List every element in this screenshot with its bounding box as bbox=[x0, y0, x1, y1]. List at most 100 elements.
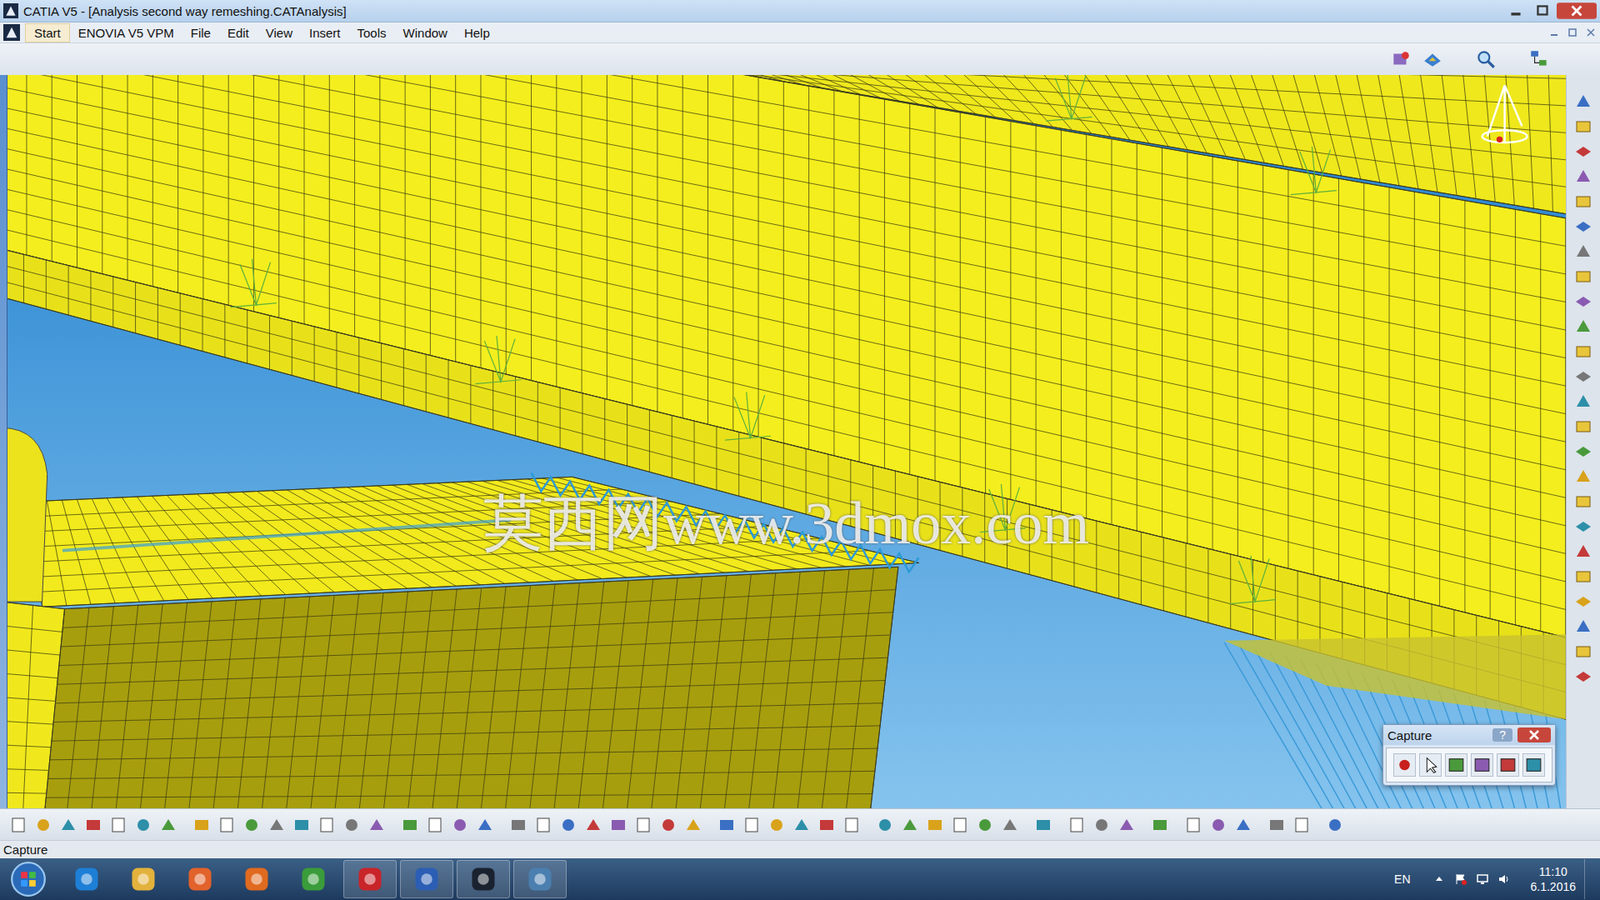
tool-icon[interactable] bbox=[683, 815, 704, 835]
tool-icon[interactable] bbox=[1573, 366, 1594, 387]
analysis-icon[interactable] bbox=[1390, 48, 1412, 70]
doc-close-icon[interactable] bbox=[1585, 26, 1597, 39]
tool-icon[interactable] bbox=[1573, 466, 1594, 487]
tool-icon[interactable] bbox=[1573, 566, 1594, 587]
tool-icon[interactable] bbox=[1573, 116, 1594, 137]
help-button[interactable]: ? bbox=[1492, 728, 1513, 742]
tool-icon[interactable] bbox=[975, 815, 995, 835]
tool-icon[interactable] bbox=[533, 815, 554, 835]
taskbar-app[interactable] bbox=[116, 860, 170, 899]
tool-icon[interactable] bbox=[400, 815, 420, 835]
compass-icon[interactable] bbox=[1421, 48, 1444, 70]
tool-icon[interactable] bbox=[191, 815, 212, 835]
plate-side-face[interactable] bbox=[7, 601, 65, 809]
taskbar-app[interactable] bbox=[60, 860, 114, 899]
tool-icon[interactable] bbox=[1573, 616, 1594, 637]
tool-icon[interactable] bbox=[341, 815, 362, 835]
taskbar-app[interactable] bbox=[400, 860, 454, 899]
tool-icon[interactable] bbox=[241, 815, 262, 835]
capture-tool-icon[interactable] bbox=[1445, 753, 1468, 777]
tool-icon[interactable] bbox=[1233, 815, 1254, 835]
menu-item[interactable]: Window bbox=[395, 24, 456, 42]
restore-icon[interactable] bbox=[1530, 2, 1555, 20]
tool-icon[interactable] bbox=[1573, 191, 1594, 212]
tool-icon[interactable] bbox=[1573, 491, 1594, 512]
tool-icon[interactable] bbox=[1573, 166, 1594, 187]
capture-tool-icon[interactable] bbox=[1419, 753, 1442, 777]
search-icon[interactable] bbox=[1475, 48, 1497, 70]
tool-icon[interactable] bbox=[1573, 341, 1594, 362]
tool-icon[interactable] bbox=[266, 815, 287, 835]
tool-icon[interactable] bbox=[608, 815, 629, 835]
tool-icon[interactable] bbox=[1325, 815, 1345, 835]
tool-icon[interactable] bbox=[83, 815, 104, 835]
language-indicator[interactable]: EN bbox=[1394, 872, 1410, 886]
tool-icon[interactable] bbox=[1033, 815, 1054, 835]
plate-front-face[interactable] bbox=[42, 566, 899, 809]
tool-icon[interactable] bbox=[1573, 291, 1594, 312]
flag-icon[interactable] bbox=[1454, 872, 1468, 886]
tool-icon[interactable] bbox=[1000, 815, 1020, 835]
tool-icon[interactable] bbox=[1150, 815, 1170, 835]
tool-icon[interactable] bbox=[475, 815, 495, 835]
minimize-icon[interactable] bbox=[1503, 2, 1529, 20]
tool-icon[interactable] bbox=[583, 815, 604, 835]
doc-restore-icon[interactable] bbox=[1566, 26, 1579, 39]
tool-icon[interactable] bbox=[925, 815, 945, 835]
doc-minimize-icon[interactable] bbox=[1548, 26, 1560, 39]
tool-icon[interactable] bbox=[1573, 641, 1594, 662]
3d-viewport[interactable] bbox=[7, 75, 1566, 809]
capture-dialog[interactable]: Capture ? bbox=[1382, 724, 1556, 786]
tool-icon[interactable] bbox=[1573, 391, 1594, 412]
taskbar-app[interactable] bbox=[343, 860, 397, 899]
taskbar-app[interactable] bbox=[286, 860, 340, 899]
menu-item[interactable]: Tools bbox=[349, 24, 395, 42]
tree-icon[interactable] bbox=[1528, 48, 1550, 70]
tool-icon[interactable] bbox=[1573, 141, 1594, 162]
tool-icon[interactable] bbox=[366, 815, 387, 835]
tool-icon[interactable] bbox=[216, 815, 237, 835]
tool-icon[interactable] bbox=[1573, 416, 1594, 437]
tool-icon[interactable] bbox=[1573, 591, 1594, 612]
menu-item[interactable]: File bbox=[182, 24, 220, 42]
tool-icon[interactable] bbox=[1573, 316, 1594, 337]
tool-icon[interactable] bbox=[633, 815, 654, 835]
tool-icon[interactable] bbox=[766, 815, 787, 835]
show-desktop-button[interactable] bbox=[1584, 859, 1597, 900]
tool-icon[interactable] bbox=[1291, 815, 1312, 835]
compass-icon[interactable] bbox=[1482, 85, 1528, 143]
menu-item[interactable]: Insert bbox=[300, 24, 350, 42]
tool-icon[interactable] bbox=[950, 815, 970, 835]
tool-icon[interactable] bbox=[58, 815, 79, 835]
tool-icon[interactable] bbox=[425, 815, 445, 835]
tool-icon[interactable] bbox=[1573, 541, 1594, 562]
tool-icon[interactable] bbox=[1208, 815, 1229, 835]
taskbar-app[interactable] bbox=[173, 860, 227, 899]
tool-icon[interactable] bbox=[508, 815, 529, 835]
tool-icon[interactable] bbox=[1573, 666, 1594, 687]
capture-tool-icon[interactable] bbox=[1470, 753, 1494, 777]
tool-icon[interactable] bbox=[33, 815, 54, 835]
menu-item[interactable]: Help bbox=[455, 24, 499, 42]
tool-icon[interactable] bbox=[133, 815, 154, 835]
tool-icon[interactable] bbox=[1573, 441, 1594, 462]
network-icon[interactable] bbox=[1475, 872, 1490, 886]
start-icon[interactable] bbox=[10, 860, 47, 898]
tool-icon[interactable] bbox=[841, 815, 862, 835]
tool-icon[interactable] bbox=[741, 815, 762, 835]
tool-icon[interactable] bbox=[291, 815, 312, 835]
tool-icon[interactable] bbox=[1573, 516, 1594, 537]
tool-icon[interactable] bbox=[1066, 815, 1087, 835]
tool-icon[interactable] bbox=[8, 815, 29, 835]
tool-icon[interactable] bbox=[108, 815, 129, 835]
tool-icon[interactable] bbox=[450, 815, 470, 835]
menu-item[interactable]: View bbox=[257, 24, 301, 42]
tool-icon[interactable] bbox=[558, 815, 579, 835]
menu-item[interactable]: Edit bbox=[219, 24, 258, 42]
menu-item[interactable]: Start bbox=[25, 23, 70, 43]
capture-tool-icon[interactable] bbox=[1496, 753, 1520, 777]
left-part[interactable] bbox=[7, 427, 48, 602]
tool-icon[interactable] bbox=[791, 815, 812, 835]
tool-icon[interactable] bbox=[816, 815, 837, 835]
tool-icon[interactable] bbox=[900, 815, 920, 835]
